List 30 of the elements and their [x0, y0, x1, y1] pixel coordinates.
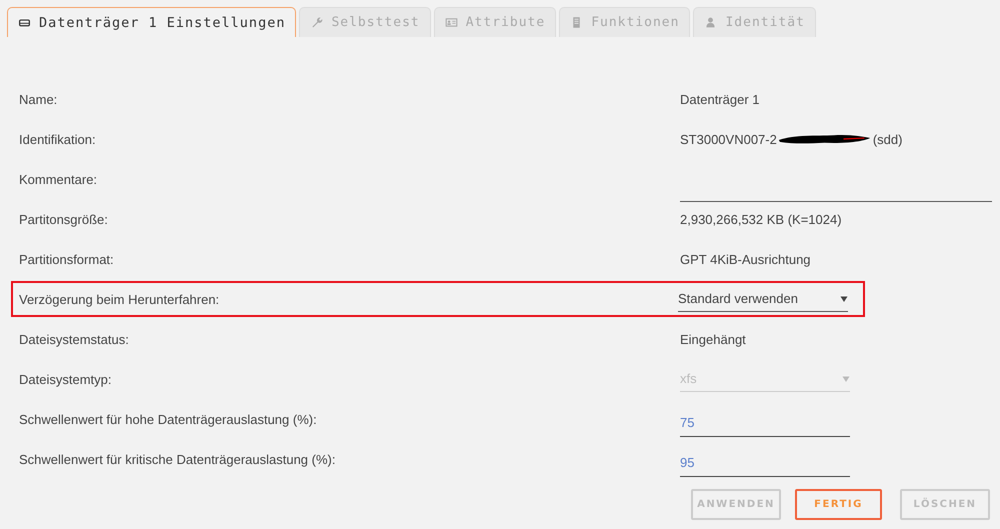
field-label: Identifikation: [19, 132, 97, 146]
tab[interactable]: Identität [693, 7, 816, 37]
field-label: Verzögerung beim Herunterfahren: [19, 292, 220, 306]
field-value: Datenträger 1 [680, 92, 760, 106]
field-value: (sdd) [872, 132, 902, 146]
wrench-icon [310, 16, 324, 29]
field-value: GPT 4KiB-Ausrichtung [680, 252, 811, 266]
caret-icon [842, 374, 850, 382]
field-value: ST3000VN007-2 [680, 132, 777, 146]
tab[interactable]: Attribute [434, 7, 556, 37]
input-field[interactable]: 75 [680, 410, 850, 436]
dropdown[interactable]: Standard verwenden [678, 286, 848, 312]
field-label: Partitonsgröße: [19, 212, 109, 226]
field-label: Name: [19, 92, 58, 106]
input-field[interactable]: 95 [680, 450, 850, 476]
action-button[interactable]: FERTIG [795, 489, 882, 520]
tab[interactable]: Datenträger 1 Einstellungen [7, 7, 296, 37]
field-label: Schwellenwert für hohe Datenträgerauslastung (%): [19, 412, 318, 426]
caret-icon [840, 294, 848, 302]
field-label: Kommentare: [19, 172, 98, 186]
tab[interactable]: Funktionen [559, 7, 690, 37]
person-icon [704, 16, 718, 29]
field-label: Schwellenwert für kritische Datenträgerauslastung (%): [19, 452, 336, 466]
field-label: Dateisystemstatus: [19, 332, 130, 346]
field-value: Eingehängt [680, 332, 746, 346]
tab[interactable]: Selbsttest [299, 7, 431, 37]
field-label: Dateisystemtyp: [19, 372, 112, 386]
field-label: Partitionsformat: [19, 252, 115, 266]
id-card-icon [444, 16, 458, 29]
field-value: 2,930,266,532 KB (K=1024) [680, 212, 842, 226]
